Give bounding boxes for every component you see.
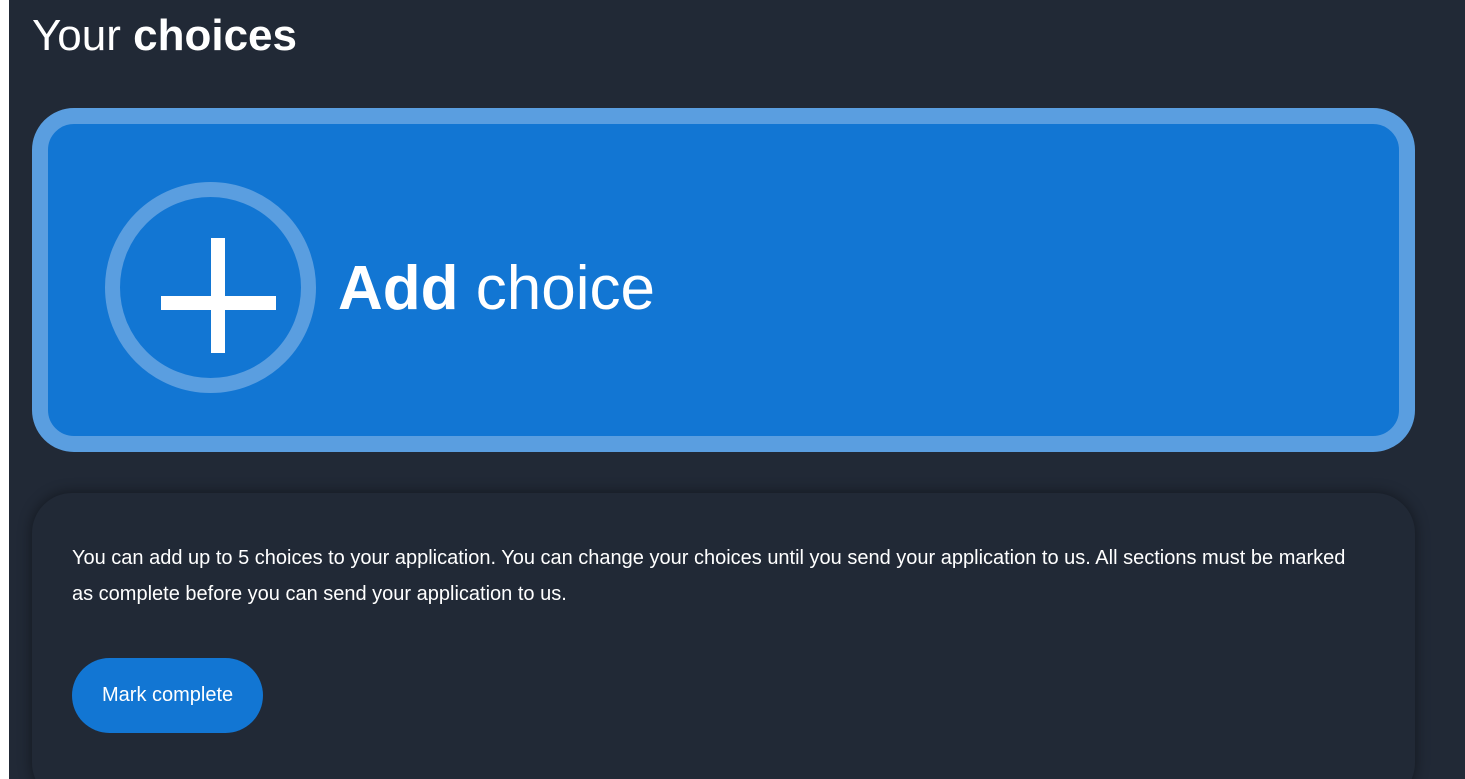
page: Your choices Add choice You can add up t… bbox=[9, 0, 1465, 779]
choices-info-text: You can add up to 5 choices to your appl… bbox=[72, 547, 1346, 605]
plus-icon-vertical bbox=[211, 238, 225, 353]
page-title-bold: choices bbox=[133, 11, 298, 60]
page-title-regular: Your bbox=[32, 11, 121, 60]
add-choice-label-regular: choice bbox=[475, 254, 655, 323]
plus-circle-icon bbox=[105, 182, 316, 393]
page-title: Your choices bbox=[32, 10, 297, 62]
add-choice-label: Add choice bbox=[338, 254, 655, 324]
info-card: You can add up to 5 choices to your appl… bbox=[32, 493, 1415, 779]
mark-complete-button[interactable]: Mark complete bbox=[72, 658, 264, 733]
add-choice-button[interactable]: Add choice bbox=[32, 108, 1415, 452]
add-choice-label-bold: Add bbox=[338, 254, 459, 323]
